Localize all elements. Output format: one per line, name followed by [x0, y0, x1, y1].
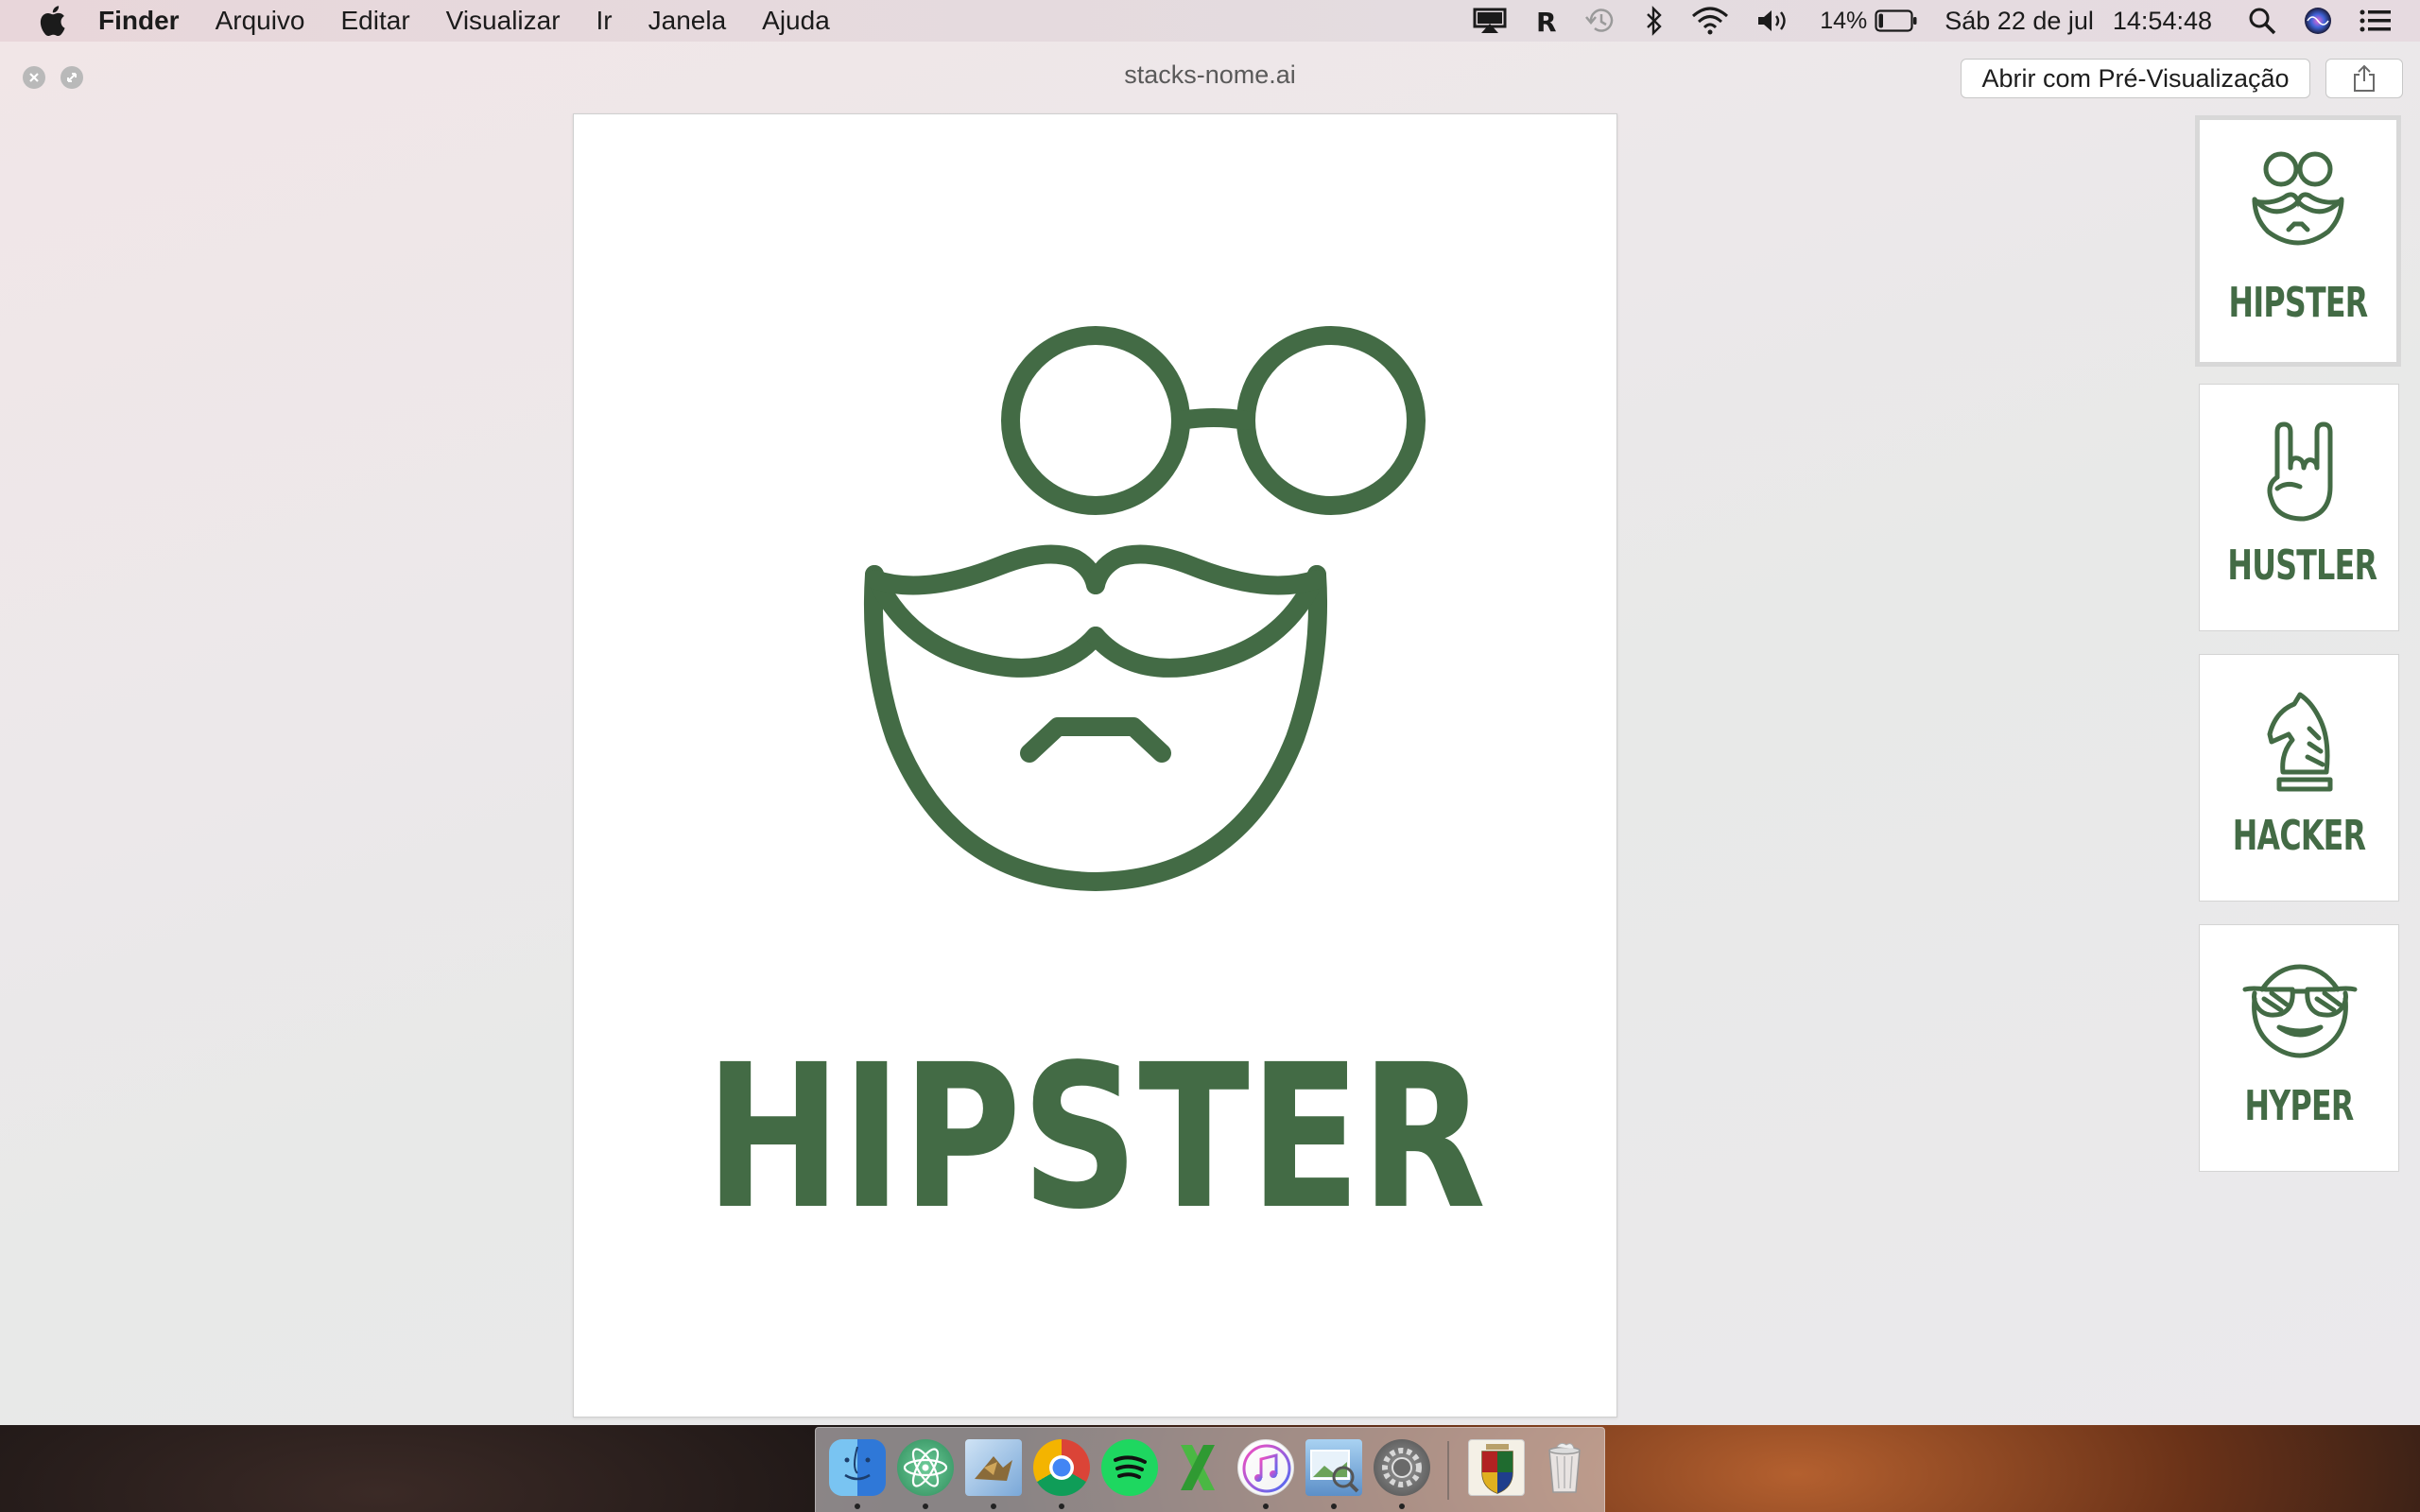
finder-icon[interactable]	[829, 1439, 886, 1496]
sunglasses-face-icon	[2242, 964, 2358, 1058]
r-app-icon[interactable]: R	[1534, 0, 1557, 42]
menu-visualizar[interactable]: Visualizar	[446, 6, 561, 36]
svg-text:R: R	[1536, 7, 1557, 35]
dock-running-indicator	[1331, 1503, 1337, 1509]
atom-icon[interactable]	[897, 1439, 954, 1496]
document-page: HIPSTER	[573, 113, 1617, 1418]
thumbnail-hyper[interactable]: HYPER	[2199, 924, 2399, 1172]
apple-menu-icon[interactable]	[38, 5, 66, 37]
menu-ajuda[interactable]: Ajuda	[762, 6, 830, 36]
notification-center-icon[interactable]	[2360, 0, 2392, 42]
thumbnail-label: HIPSTER	[2228, 279, 2369, 327]
trash-icon[interactable]	[1536, 1439, 1593, 1496]
chrome-icon[interactable]	[1033, 1439, 1090, 1496]
thumbnail-hustler[interactable]: HUSTLER	[2199, 384, 2399, 631]
thumbnail-hipster[interactable]: HIPSTER	[2195, 115, 2401, 367]
hogwarts-crest-icon[interactable]	[1468, 1439, 1525, 1496]
xcode-icon[interactable]	[1169, 1439, 1226, 1496]
menu-arquivo[interactable]: Arquivo	[216, 6, 305, 36]
bluetooth-icon[interactable]	[1644, 0, 1665, 42]
system-preferences-icon[interactable]	[1374, 1439, 1430, 1496]
thumbnail-label: HACKER	[2232, 812, 2366, 860]
share-button[interactable]	[2325, 59, 2403, 98]
thumbnail-label: HUSTLER	[2227, 541, 2377, 590]
dock-running-indicator	[1059, 1503, 1064, 1509]
preview-icon[interactable]	[1305, 1439, 1362, 1496]
menu-janela[interactable]: Janela	[648, 6, 727, 36]
quick-look-window: stacks-nome.ai Abrir com Pré-Visualizaçã…	[0, 42, 2420, 1425]
share-icon	[2354, 64, 2375, 92]
menu-date[interactable]: Sáb 22 de jul	[1945, 0, 2094, 42]
thumbnail-label: HYPER	[2244, 1082, 2354, 1130]
hipster-face-icon	[863, 326, 1426, 891]
menu-bar: Finder Arquivo Editar Visualizar Ir Jane…	[0, 0, 2420, 42]
wifi-icon[interactable]	[1691, 0, 1729, 42]
dock-running-indicator	[1263, 1503, 1269, 1509]
chess-knight-icon	[2267, 692, 2333, 792]
spotlight-search-icon[interactable]	[2248, 0, 2276, 42]
hipster-face-icon	[2252, 151, 2344, 246]
thumbnail-hacker[interactable]: HACKER	[2199, 654, 2399, 902]
dock-running-indicator	[923, 1503, 928, 1509]
spotify-icon[interactable]	[1101, 1439, 1158, 1496]
time-machine-icon[interactable]	[1583, 0, 1617, 42]
logo-wordmark: HIPSTER	[705, 1022, 1486, 1253]
dock-running-indicator	[855, 1503, 860, 1509]
rock-hand-icon	[2267, 421, 2333, 522]
menu-time[interactable]: 14:54:48	[2113, 0, 2212, 42]
open-with-preview-button[interactable]: Abrir com Pré-Visualização	[1961, 59, 2310, 98]
dock	[815, 1427, 1605, 1512]
battery-percent: 14%	[1820, 7, 1868, 34]
menu-app-name[interactable]: Finder	[98, 6, 180, 36]
itunes-icon[interactable]	[1237, 1439, 1294, 1496]
dock-running-indicator	[991, 1503, 996, 1509]
menu-editar[interactable]: Editar	[341, 6, 410, 36]
hipster-logo: HIPSTER	[705, 326, 1486, 1253]
siri-icon[interactable]	[2303, 0, 2333, 42]
volume-icon[interactable]	[1755, 0, 1793, 42]
airplay-icon[interactable]	[1472, 0, 1508, 42]
dock-separator	[1447, 1441, 1449, 1500]
mail-icon[interactable]	[965, 1439, 1022, 1496]
dock-running-indicator	[1399, 1503, 1405, 1509]
menu-ir[interactable]: Ir	[596, 6, 613, 36]
battery-icon[interactable]	[1875, 0, 1918, 42]
